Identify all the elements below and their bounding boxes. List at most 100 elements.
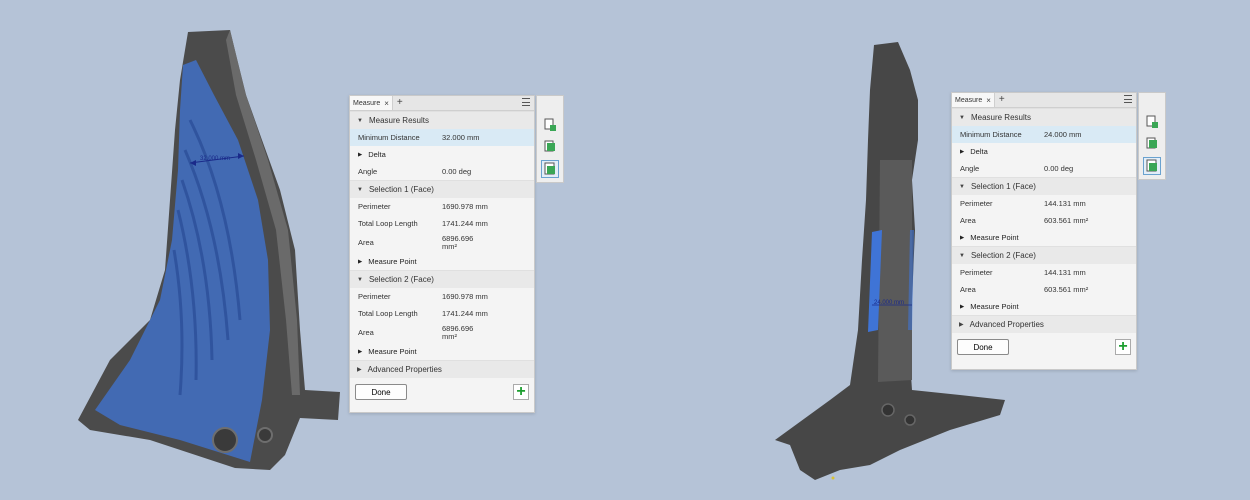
measure-result-icon[interactable] (541, 160, 559, 178)
loop-length-row[interactable]: Total Loop Length 1741.244 mm (350, 305, 534, 322)
measure-face-icon[interactable] (541, 138, 559, 156)
panel-tab-bar: Measure × + (952, 93, 1136, 108)
area-row[interactable]: Area 603.561 mm² (952, 281, 1136, 298)
right-dimension-label: 24.000 mm (874, 300, 905, 306)
left-measure-toolbar (536, 95, 564, 183)
measure-point-expander[interactable]: ▶ Measure Point (350, 343, 534, 360)
row-label: Perimeter (960, 199, 993, 208)
measure-face-icon[interactable] (1143, 135, 1161, 153)
panel-tab-bar: Measure × + (350, 96, 534, 111)
close-icon[interactable]: × (986, 96, 991, 105)
measure-results-header[interactable]: ▼ Measure Results (952, 108, 1136, 126)
advanced-properties-header[interactable]: ▶ Advanced Properties (952, 315, 1136, 333)
section-title: Advanced Properties (969, 320, 1044, 329)
row-label: Minimum Distance (358, 133, 420, 142)
section-title: Measure Results (970, 113, 1031, 122)
section-title: Selection 2 (Face) (970, 251, 1036, 260)
measure-results-header[interactable]: ▼ Measure Results (350, 111, 534, 129)
row-label: Angle (960, 164, 980, 173)
plus-icon[interactable]: + (999, 95, 1005, 105)
loop-length-row[interactable]: Total Loop Length 1741.244 mm (350, 215, 534, 232)
close-icon[interactable]: × (384, 99, 389, 108)
measure-result-icon[interactable] (1143, 157, 1161, 175)
minimum-distance-row[interactable]: Minimum Distance 32.000 mm (350, 129, 534, 146)
collapse-arrow-icon: ▼ (357, 186, 363, 193)
minimum-distance-row[interactable]: Minimum Distance 24.000 mm (952, 126, 1136, 143)
advanced-properties-header[interactable]: ▶ Advanced Properties (350, 360, 534, 378)
expand-arrow-icon: ▶ (960, 148, 965, 155)
expand-arrow-icon: ▶ (960, 234, 965, 241)
plus-icon[interactable]: + (397, 98, 403, 108)
angle-row[interactable]: Angle 0.00 deg (952, 160, 1136, 177)
selection-2-header[interactable]: ▼ Selection 2 (Face) (952, 246, 1136, 264)
row-value: 0.00 deg (442, 166, 472, 176)
row-value: 603.561 mm² (1044, 284, 1089, 294)
delta-expander[interactable]: ▶ Delta (952, 143, 1136, 160)
measure-point-expander[interactable]: ▶ Measure Point (350, 253, 534, 270)
row-value: 1690.978 mm (442, 291, 488, 301)
measure-point-label: Measure Point (970, 302, 1019, 311)
row-label: Area (358, 328, 374, 337)
right-measure-panel: Measure × + ▼ Measure Results Minimum Di… (951, 92, 1137, 370)
right-model-column (878, 160, 912, 382)
expand-arrow-icon: ▶ (358, 151, 363, 158)
row-label: Perimeter (358, 292, 391, 301)
expand-arrow-icon: ▶ (358, 258, 363, 265)
row-value: 6896.696 mm² (442, 234, 473, 251)
expand-arrow-icon: ▶ (357, 367, 362, 373)
angle-row[interactable]: Angle 0.00 deg (350, 163, 534, 180)
area-row[interactable]: Area 6896.696 mm² (350, 232, 534, 253)
measure-point-expander[interactable]: ▶ Measure Point (952, 229, 1136, 246)
delta-label: Delta (368, 150, 386, 159)
row-label: Minimum Distance (960, 130, 1022, 139)
row-value: 6896.696 mm² (442, 324, 473, 341)
measure-selection-icon[interactable] (541, 116, 559, 134)
measure-point-label: Measure Point (970, 233, 1019, 242)
area-unit: mm² (442, 241, 457, 251)
row-value: 0.00 deg (1044, 163, 1074, 173)
area-row[interactable]: Area 6896.696 mm² (350, 322, 534, 343)
menu-icon[interactable] (522, 98, 530, 106)
collapse-arrow-icon: ▼ (959, 114, 965, 121)
area-unit: mm² (442, 331, 457, 341)
collapse-arrow-icon: ▼ (959, 252, 965, 259)
row-value: 24.000 mm (1044, 129, 1082, 139)
row-label: Total Loop Length (358, 309, 418, 318)
perimeter-row[interactable]: Perimeter 1690.978 mm (350, 288, 534, 305)
done-button[interactable]: Done (355, 384, 407, 400)
row-label: Total Loop Length (358, 219, 418, 228)
row-label: Area (358, 238, 374, 247)
expand-arrow-icon: ▶ (959, 322, 964, 328)
right-measure-toolbar (1138, 92, 1166, 180)
section-title: Selection 1 (Face) (970, 182, 1036, 191)
collapse-arrow-icon: ▼ (959, 183, 965, 190)
expand-arrow-icon: ▶ (960, 303, 965, 310)
perimeter-row[interactable]: Perimeter 144.131 mm (952, 264, 1136, 281)
add-measure-button[interactable]: + (1115, 339, 1131, 355)
selection-2-header[interactable]: ▼ Selection 2 (Face) (350, 270, 534, 288)
area-row[interactable]: Area 603.561 mm² (952, 212, 1136, 229)
tab-measure[interactable]: Measure × (952, 93, 995, 107)
delta-expander[interactable]: ▶ Delta (350, 146, 534, 163)
graphics-viewport[interactable]: 32.000 mm 24.000 mm Measure × + ▼ Measur… (0, 0, 1250, 500)
perimeter-row[interactable]: Perimeter 1690.978 mm (350, 198, 534, 215)
menu-icon[interactable] (1124, 95, 1132, 103)
row-label: Angle (358, 167, 378, 176)
selection-1-header[interactable]: ▼ Selection 1 (Face) (952, 177, 1136, 195)
section-title: Selection 2 (Face) (368, 275, 434, 284)
tab-measure[interactable]: Measure × (350, 96, 393, 110)
section-title: Advanced Properties (367, 365, 442, 374)
row-label: Area (960, 285, 976, 294)
measure-point-expander[interactable]: ▶ Measure Point (952, 298, 1136, 315)
selection-1-header[interactable]: ▼ Selection 1 (Face) (350, 180, 534, 198)
done-button[interactable]: Done (957, 339, 1009, 355)
section-title: Selection 1 (Face) (368, 185, 434, 194)
collapse-arrow-icon: ▼ (357, 276, 363, 283)
tab-label: Measure (955, 96, 983, 104)
measure-selection-icon[interactable] (1143, 113, 1161, 131)
add-measure-button[interactable]: + (513, 384, 529, 400)
perimeter-row[interactable]: Perimeter 144.131 mm (952, 195, 1136, 212)
delta-label: Delta (970, 147, 988, 156)
row-value: 1741.244 mm (442, 218, 488, 228)
row-value: 1741.244 mm (442, 308, 488, 318)
